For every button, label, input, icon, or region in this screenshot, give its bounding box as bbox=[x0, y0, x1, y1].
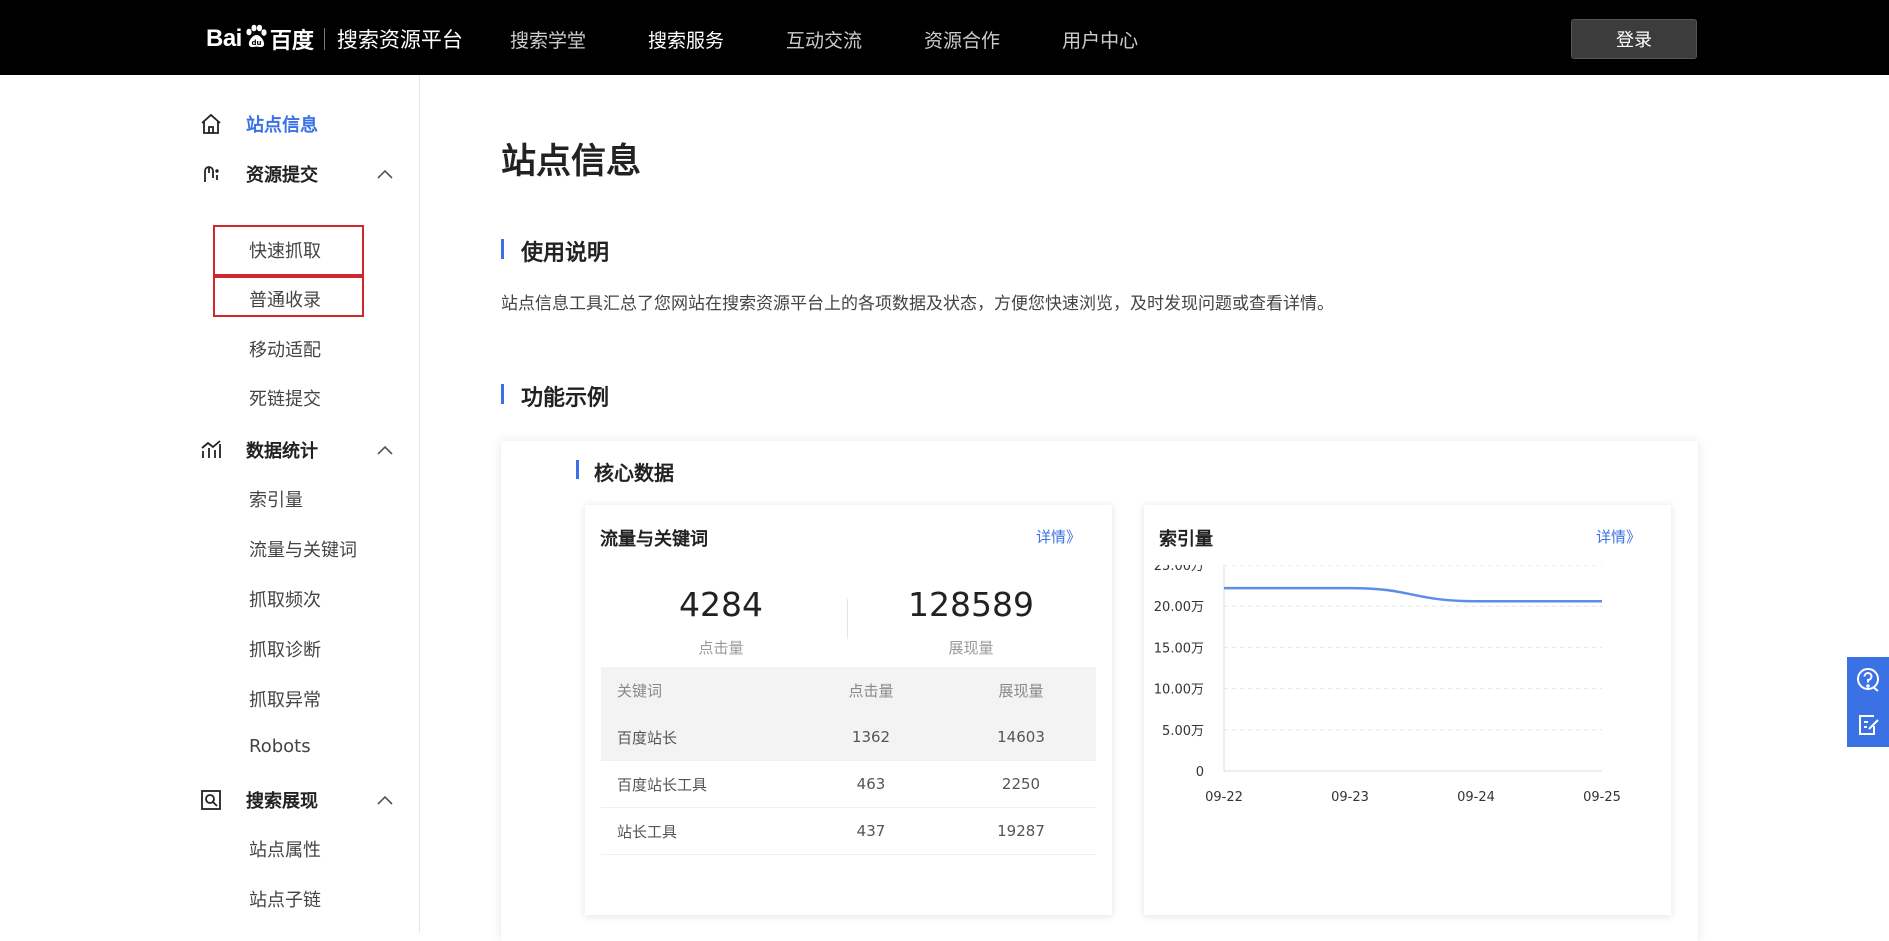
sidebar-group-search-display[interactable]: 搜索展现 bbox=[198, 787, 398, 813]
core-data-title: 核心数据 bbox=[576, 457, 674, 486]
nav-search-service[interactable]: 搜索服务 bbox=[648, 26, 724, 53]
row-keyword: 站长工具 bbox=[617, 822, 678, 841]
header-keyword: 关键词 bbox=[617, 682, 663, 700]
row-impressions: 14603 bbox=[997, 728, 1045, 746]
clicks-value: 4284 bbox=[679, 585, 763, 624]
sidebar-resource-submit-label: 资源提交 bbox=[246, 165, 318, 186]
sidebar-item-fast-crawl[interactable]: 快速抓取 bbox=[249, 237, 321, 263]
sidebar-item-robots[interactable]: Robots bbox=[249, 736, 311, 757]
traffic-keywords-card: 流量与关键词 详情》 4284 点击量 128589 展现量 关键词 点击量 展… bbox=[585, 505, 1112, 915]
y-tick-label: 20.00万 bbox=[1154, 600, 1204, 615]
sidebar-group-resource-submit[interactable]: 资源提交 bbox=[198, 161, 398, 187]
index-volume-chart: 0 5.00万 10.00万 15.00万 20.00万 25.00万 09-22 09-23… bbox=[1154, 565, 1621, 805]
traffic-card-title: 流量与关键词 bbox=[600, 529, 708, 550]
search-display-icon bbox=[198, 787, 224, 813]
x-tick-label: 09-22 bbox=[1205, 790, 1243, 805]
impressions-value: 128589 bbox=[908, 585, 1034, 624]
question-icon bbox=[1857, 667, 1879, 692]
sidebar-item-mobile-adapt[interactable]: 移动适配 bbox=[249, 336, 321, 362]
example-panel: 核心数据 流量与关键词 详情》 4284 点击量 128589 展现量 关键词 … bbox=[501, 441, 1698, 941]
clicks-label: 点击量 bbox=[698, 639, 744, 657]
table-header-row: 关键词 点击量 展现量 bbox=[601, 667, 1096, 714]
paw-icon: du bbox=[243, 24, 269, 54]
sidebar-item-site-attributes[interactable]: 站点属性 bbox=[249, 836, 321, 862]
logo-bai-text: Bai bbox=[206, 25, 242, 52]
submit-icon bbox=[198, 161, 224, 187]
chevron-up-icon[interactable] bbox=[376, 441, 394, 460]
usage-description: 站点信息工具汇总了您网站在搜索资源平台上的各项数据及状态，方便您快速浏览，及时发… bbox=[501, 294, 1334, 314]
sidebar-item-crawl-errors[interactable]: 抓取异常 bbox=[249, 686, 321, 712]
row-keyword: 百度站长工具 bbox=[617, 775, 708, 794]
chevron-up-icon[interactable] bbox=[376, 165, 394, 184]
header-impressions: 展现量 bbox=[998, 682, 1044, 700]
series-line bbox=[1224, 586, 1602, 603]
main-nav: 搜索学堂 搜索服务 互动交流 资源合作 用户中心 bbox=[510, 26, 1200, 53]
index-detail-link[interactable]: 详情》 bbox=[1596, 526, 1641, 547]
row-clicks: 1362 bbox=[851, 728, 891, 746]
sidebar-search-display-label: 搜索展现 bbox=[246, 791, 318, 812]
platform-name: 搜索资源平台 bbox=[336, 28, 463, 52]
main-content: 站点信息 使用说明 站点信息工具汇总了您网站在搜索资源平台上的各项数据及状态，方… bbox=[421, 75, 1889, 941]
y-tick-label: 10.00万 bbox=[1154, 683, 1204, 698]
nav-search-school[interactable]: 搜索学堂 bbox=[510, 26, 586, 53]
help-button[interactable] bbox=[1847, 657, 1889, 702]
baidu-logo[interactable]: Bai du 百度 搜索资源平台 bbox=[206, 24, 463, 54]
chevron-up-icon[interactable] bbox=[376, 791, 394, 810]
logo-separator bbox=[323, 28, 325, 50]
sidebar-group-data-stats[interactable]: 数据统计 bbox=[198, 437, 398, 463]
row-impressions: 19287 bbox=[997, 822, 1045, 840]
sidebar-item-crawl-diagnosis[interactable]: 抓取诊断 bbox=[249, 636, 321, 662]
sidebar-item-dead-link[interactable]: 死链提交 bbox=[249, 385, 321, 411]
page-title: 站点信息 bbox=[501, 142, 642, 182]
header-clicks: 点击量 bbox=[848, 682, 894, 700]
table-row: 百度站长工具 463 2250 bbox=[601, 761, 1096, 808]
sidebar-item-normal-index[interactable]: 普通收录 bbox=[249, 286, 321, 312]
logo-du-text: 百度 bbox=[269, 29, 314, 54]
row-clicks: 463 bbox=[856, 775, 886, 793]
section-example-title: 功能示例 bbox=[501, 380, 609, 412]
keywords-table: 关键词 点击量 展现量 百度站长 1362 14603 百度站长工具 463 2… bbox=[601, 667, 1096, 855]
row-impressions: 2250 bbox=[1001, 775, 1041, 793]
sidebar-item-index-volume[interactable]: 索引量 bbox=[249, 486, 303, 512]
sidebar-item-traffic-keywords[interactable]: 流量与关键词 bbox=[249, 536, 357, 562]
section-usage-title: 使用说明 bbox=[501, 235, 609, 267]
home-icon bbox=[198, 111, 224, 137]
nav-interaction[interactable]: 互动交流 bbox=[786, 26, 862, 53]
sidebar-item-site-info[interactable]: 站点信息 bbox=[198, 111, 398, 137]
stat-divider bbox=[847, 599, 848, 639]
edit-icon bbox=[1859, 714, 1879, 735]
sidebar-item-crawl-frequency[interactable]: 抓取频次 bbox=[249, 586, 321, 612]
sidebar: 站点信息 资源提交 快速抓取 普通收录 移动适配 死链提交 数据统计 索引量 流… bbox=[0, 75, 420, 933]
nav-resource-cooperation[interactable]: 资源合作 bbox=[924, 26, 1000, 53]
top-navbar: Bai du 百度 搜索资源平台 搜索学堂 搜索服务 互动交流 资源合作 用户中… bbox=[0, 0, 1889, 75]
sidebar-site-info-label: 站点信息 bbox=[246, 115, 318, 136]
x-tick-label: 09-23 bbox=[1331, 790, 1369, 805]
x-tick-label: 09-24 bbox=[1457, 790, 1495, 805]
table-row: 站长工具 437 19287 bbox=[601, 808, 1096, 855]
row-clicks: 437 bbox=[856, 822, 886, 840]
login-button[interactable]: 登录 bbox=[1571, 19, 1697, 59]
nav-user-center[interactable]: 用户中心 bbox=[1062, 26, 1138, 53]
impressions-label: 展现量 bbox=[948, 639, 994, 657]
index-card-title: 索引量 bbox=[1159, 529, 1213, 550]
traffic-detail-link[interactable]: 详情》 bbox=[1036, 526, 1081, 547]
y-tick-label: 0 bbox=[1196, 765, 1204, 780]
table-row: 百度站长 1362 14603 bbox=[601, 714, 1096, 761]
row-keyword: 百度站长 bbox=[617, 728, 678, 747]
y-tick-label: 25.00万 bbox=[1154, 565, 1204, 574]
svg-text:du: du bbox=[251, 39, 261, 47]
feedback-button[interactable] bbox=[1847, 702, 1889, 747]
stats-icon bbox=[198, 437, 224, 463]
x-tick-label: 09-25 bbox=[1583, 790, 1621, 805]
sidebar-data-stats-label: 数据统计 bbox=[246, 441, 318, 462]
sidebar-item-sitelinks[interactable]: 站点子链 bbox=[249, 886, 321, 912]
index-volume-card: 索引量 详情》 0 5.00万 10.00万 15.00万 20.00万 25.00万 09… bbox=[1144, 505, 1671, 915]
y-tick-label: 15.00万 bbox=[1154, 641, 1204, 656]
y-tick-label: 5.00万 bbox=[1162, 724, 1204, 739]
floating-toolbar bbox=[1847, 657, 1889, 747]
